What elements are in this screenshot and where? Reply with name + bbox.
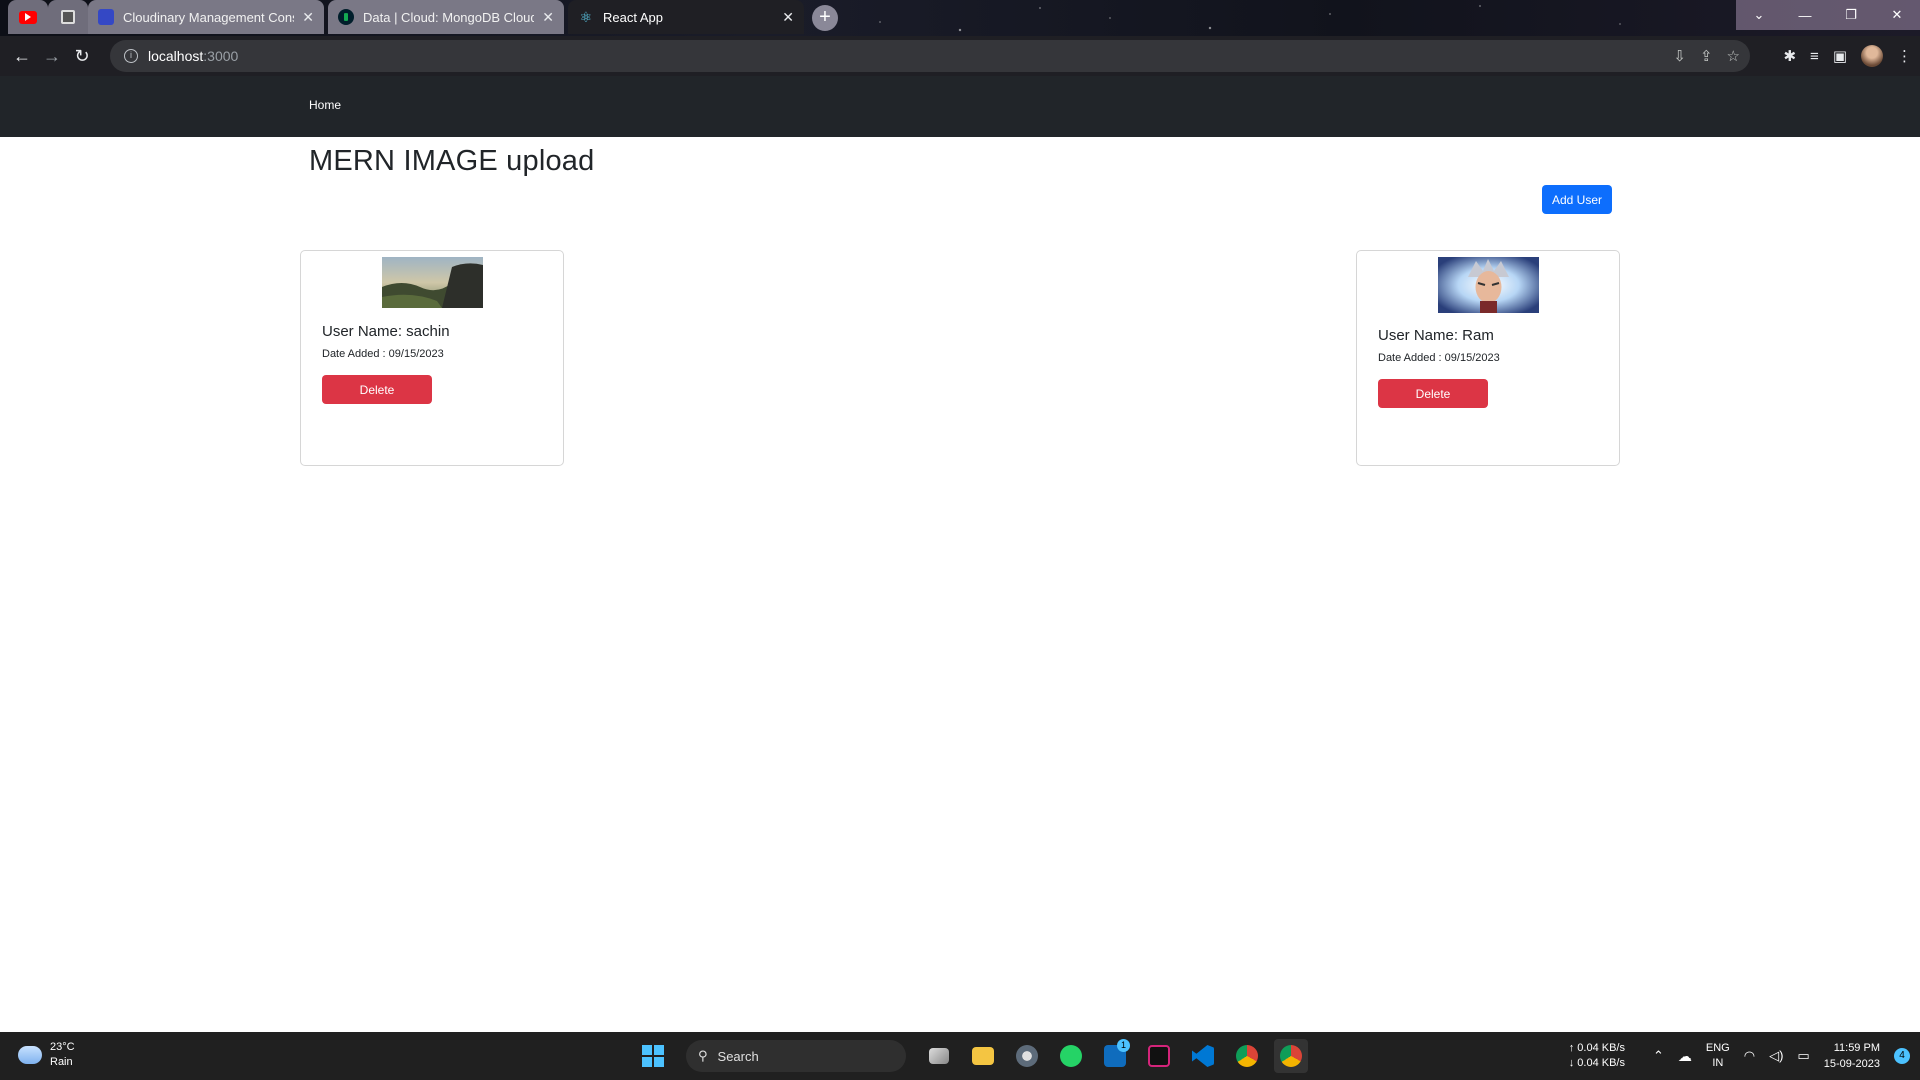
language-indicator[interactable]: ENG IN (1706, 1041, 1730, 1071)
mongodb-leaf-icon (338, 9, 354, 25)
user-image (1438, 257, 1539, 313)
tab-cloudinary[interactable]: Cloudinary Management Conso ✕ (88, 0, 324, 34)
system-tray: ↑ 0.04 KB/s ↓ 0.04 KB/s ⌃ ☁ ENG IN ◠ ◁) … (1569, 1032, 1920, 1080)
user-card: User Name: sachin Date Added : 09/15/202… (300, 250, 564, 466)
tab-title: Data | Cloud: MongoDB Cloud (363, 9, 535, 25)
browser-toolbar: ← → ↻ i localhost:3000 ⇩ ⇪ ☆ ✱ ≡ ▣ ⋮ (0, 36, 1920, 76)
page-title: MERN IMAGE upload (309, 145, 595, 177)
bookmark-star-icon[interactable]: ☆ (1727, 47, 1740, 65)
user-name: User Name: sachin (322, 323, 450, 340)
rain-cloud-icon (18, 1046, 42, 1064)
tab-title: React App (603, 9, 663, 25)
delete-button[interactable]: Delete (1378, 379, 1488, 408)
tab-youtube[interactable] (8, 0, 48, 34)
delete-button[interactable]: Delete (322, 375, 432, 404)
start-button[interactable] (636, 1039, 670, 1073)
weather-temp: 23°C (50, 1041, 75, 1053)
task-view-icon[interactable] (922, 1039, 956, 1073)
minimize-icon[interactable]: — (1782, 0, 1828, 30)
install-icon[interactable]: ⇩ (1673, 47, 1686, 65)
network-speed: ↑ 0.04 KB/s ↓ 0.04 KB/s (1569, 1041, 1625, 1071)
browser-tab-strip: Cloudinary Management Conso ✕ Data | Clo… (0, 0, 1920, 36)
language-line1: ENG (1705, 1042, 1730, 1054)
reload-icon[interactable]: ↻ (67, 41, 97, 71)
user-card: User Name: Ram Date Added : 09/15/2023 D… (1356, 250, 1620, 466)
side-panel-icon[interactable]: ▣ (1833, 47, 1847, 65)
new-tab-button[interactable]: + (812, 5, 838, 31)
volume-icon[interactable]: ◁) (1769, 1048, 1783, 1064)
extensions-icon[interactable]: ✱ (1783, 47, 1796, 65)
address-host: localhost (148, 48, 204, 64)
tab-mongodb[interactable]: Data | Cloud: MongoDB Cloud ✕ (328, 0, 564, 34)
mail-badge: 1 (1117, 1039, 1130, 1052)
close-tab-icon[interactable]: ✕ (782, 9, 794, 26)
youtube-icon (19, 10, 37, 24)
terminal-icon[interactable] (1142, 1039, 1176, 1073)
restore-icon[interactable]: ❐ (1828, 0, 1874, 30)
whatsapp-icon[interactable] (1054, 1039, 1088, 1073)
chrome-profile-icon[interactable] (1274, 1039, 1308, 1073)
toolbar-right: ✱ ≡ ▣ ⋮ (1783, 40, 1912, 72)
site-info-icon[interactable]: i (124, 49, 138, 63)
search-placeholder: Search (717, 1048, 759, 1064)
clock-time: 11:59 PM (1833, 1042, 1880, 1054)
file-explorer-icon[interactable] (966, 1039, 1000, 1073)
notification-badge[interactable]: 4 (1894, 1048, 1910, 1064)
language-line2: IN (1712, 1057, 1724, 1069)
search-icon: ⚲ (698, 1048, 708, 1063)
weather-condition: Rain (50, 1056, 73, 1068)
page-icon (61, 10, 75, 24)
address-bar-actions: ⇩ ⇪ ☆ (1673, 40, 1740, 72)
close-window-icon[interactable]: ✕ (1874, 0, 1920, 30)
settings-gear-icon[interactable] (1010, 1039, 1044, 1073)
chrome-icon[interactable] (1230, 1039, 1264, 1073)
wifi-icon[interactable]: ◠ (1744, 1048, 1755, 1064)
taskbar: 23°C Rain ⚲ Search 1 ↑ 0.04 KB/s ↓ 0.04 … (0, 1032, 1920, 1080)
close-tab-icon[interactable]: ✕ (542, 9, 554, 26)
onedrive-cloud-icon[interactable]: ☁ (1678, 1048, 1692, 1065)
battery-icon[interactable]: ▭ (1797, 1048, 1809, 1064)
date-added: Date Added : 09/15/2023 (1378, 352, 1500, 364)
reading-list-icon[interactable]: ≡ (1810, 48, 1819, 65)
app-navbar: Home (0, 76, 1920, 137)
taskbar-search[interactable]: ⚲ Search (686, 1040, 906, 1072)
chevron-up-icon[interactable]: ⌃ (1653, 1048, 1664, 1064)
cloudinary-icon (98, 9, 114, 25)
user-name: User Name: Ram (1378, 327, 1494, 344)
vscode-icon[interactable] (1186, 1039, 1220, 1073)
share-icon[interactable]: ⇪ (1700, 47, 1713, 65)
weather-widget[interactable]: 23°C Rain (18, 1040, 75, 1070)
address-port: :3000 (203, 48, 239, 64)
address-bar[interactable]: i localhost:3000 ⇩ ⇪ ☆ (110, 40, 1750, 72)
windows-logo-icon (642, 1045, 664, 1067)
add-user-button[interactable]: Add User (1542, 185, 1612, 214)
nav-home-link[interactable]: Home (309, 98, 341, 112)
date-added: Date Added : 09/15/2023 (322, 348, 444, 360)
tab-pinned-page[interactable] (48, 0, 88, 34)
tab-title: Cloudinary Management Conso (123, 9, 295, 25)
menu-kebab-icon[interactable]: ⋮ (1897, 47, 1912, 65)
react-icon: ⚛ (579, 9, 593, 25)
download-speed: ↓ 0.04 KB/s (1568, 1057, 1625, 1069)
tab-search-icon[interactable]: ⌄ (1736, 0, 1782, 30)
mail-icon[interactable]: 1 (1098, 1039, 1132, 1073)
upload-speed: ↑ 0.04 KB/s (1568, 1042, 1625, 1054)
window-controls: ⌄ — ❐ ✕ (1736, 0, 1920, 30)
tab-react-app[interactable]: ⚛ React App ✕ (568, 0, 804, 34)
taskbar-apps: ⚲ Search 1 (636, 1039, 1308, 1073)
clock[interactable]: 11:59 PM 15-09-2023 (1824, 1040, 1880, 1072)
user-image (382, 257, 483, 308)
forward-icon[interactable]: → (37, 41, 67, 71)
clock-date: 15-09-2023 (1823, 1058, 1880, 1070)
close-tab-icon[interactable]: ✕ (302, 9, 314, 26)
back-icon[interactable]: ← (7, 41, 37, 71)
profile-avatar[interactable] (1861, 45, 1883, 67)
